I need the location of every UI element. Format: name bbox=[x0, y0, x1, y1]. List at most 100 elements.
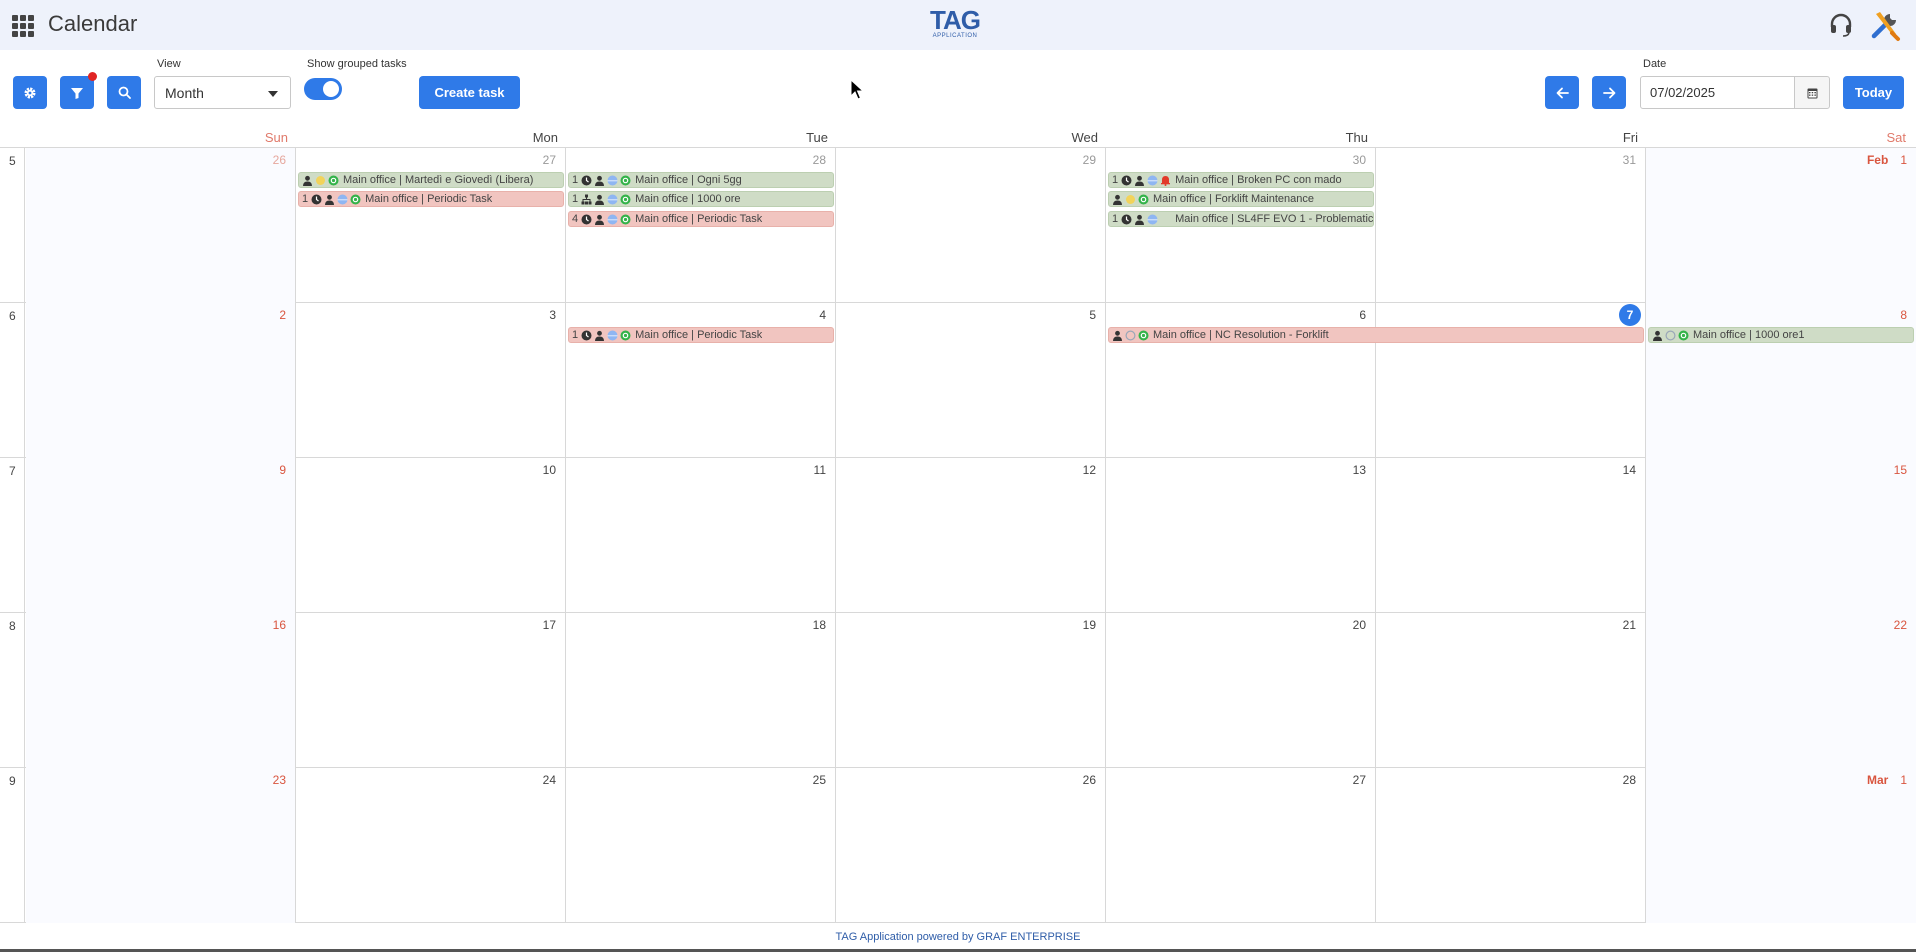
day-number[interactable]: 13 bbox=[1353, 463, 1366, 477]
day-cell[interactable]: 2 bbox=[26, 303, 296, 458]
day-cell[interactable]: 15 bbox=[1646, 458, 1916, 613]
day-number[interactable]: 28 bbox=[813, 153, 826, 167]
day-number[interactable]: 28 bbox=[1623, 773, 1636, 787]
search-button[interactable] bbox=[107, 76, 141, 109]
day-cell[interactable]: 19 bbox=[836, 613, 1106, 768]
day-cell[interactable]: 10 bbox=[296, 458, 566, 613]
weekday-sat: Sat bbox=[1886, 130, 1906, 145]
today-button[interactable]: Today bbox=[1843, 76, 1904, 109]
day-number[interactable]: 20 bbox=[1353, 618, 1366, 632]
day-number[interactable]: 31 bbox=[1623, 153, 1636, 167]
settings-button[interactable] bbox=[13, 76, 47, 109]
day-number[interactable]: 14 bbox=[1623, 463, 1636, 477]
day-number[interactable]: 19 bbox=[1083, 618, 1096, 632]
calendar-event[interactable]: Main office | Martedì e Giovedì (Libera) bbox=[298, 172, 564, 188]
day-cell[interactable]: 3 bbox=[296, 303, 566, 458]
month-grid: 5 26 27 28 29 30 31 Feb 1 Main office | Martedì e… bbox=[0, 147, 1916, 923]
day-cell[interactable]: 26 bbox=[836, 768, 1106, 923]
filter-button[interactable] bbox=[60, 72, 97, 109]
day-number[interactable]: 2 bbox=[279, 308, 286, 322]
day-number[interactable]: 5 bbox=[1089, 308, 1096, 322]
next-button[interactable] bbox=[1592, 76, 1626, 109]
day-cell[interactable]: 27 bbox=[1106, 768, 1376, 923]
day-number[interactable]: 16 bbox=[273, 618, 286, 632]
calendar-event[interactable]: 1 Main office | Periodic Task bbox=[298, 191, 564, 207]
day-cell[interactable]: 17 bbox=[296, 613, 566, 768]
day-number[interactable]: 10 bbox=[543, 463, 556, 477]
day-cell[interactable]: 22 bbox=[1646, 613, 1916, 768]
previous-button[interactable] bbox=[1545, 76, 1579, 109]
day-cell[interactable]: 21 bbox=[1376, 613, 1646, 768]
headset-icon[interactable] bbox=[1828, 12, 1854, 38]
day-cell[interactable]: 24 bbox=[296, 768, 566, 923]
day-number[interactable]: 15 bbox=[1894, 463, 1907, 477]
day-cell[interactable]: 20 bbox=[1106, 613, 1376, 768]
day-number-text: 25 bbox=[812, 773, 826, 787]
day-number[interactable]: Feb 1 bbox=[1867, 153, 1907, 167]
day-cell[interactable]: 12 bbox=[836, 458, 1106, 613]
day-number[interactable]: 30 bbox=[1353, 153, 1366, 167]
filter-icon bbox=[71, 87, 83, 99]
day-cell[interactable]: 18 bbox=[566, 613, 836, 768]
day-cell[interactable]: 31 bbox=[1376, 148, 1646, 303]
view-select[interactable]: Month bbox=[154, 76, 291, 109]
day-number[interactable]: 9 bbox=[279, 463, 286, 477]
day-number[interactable]: 25 bbox=[813, 773, 826, 787]
day-number[interactable]: 18 bbox=[813, 618, 826, 632]
day-number[interactable]: 24 bbox=[543, 773, 556, 787]
day-number[interactable]: 26 bbox=[273, 153, 286, 167]
day-number[interactable]: 27 bbox=[1353, 773, 1366, 787]
day-cell[interactable]: 11 bbox=[566, 458, 836, 613]
date-input[interactable]: 07/02/2025 bbox=[1640, 76, 1795, 109]
view-select-value: Month bbox=[165, 85, 204, 101]
day-number[interactable]: 22 bbox=[1894, 618, 1907, 632]
day-number-text: 23 bbox=[272, 773, 286, 787]
day-number[interactable]: 6 bbox=[1359, 308, 1366, 322]
day-cell[interactable]: Feb 1 bbox=[1646, 148, 1916, 303]
day-number[interactable]: 21 bbox=[1623, 618, 1636, 632]
day-number[interactable]: 17 bbox=[543, 618, 556, 632]
day-cell[interactable]: 16 bbox=[26, 613, 296, 768]
week-row: 6 2 3 4 5 6 7 8 1 Main office | Periodic Task Main… bbox=[0, 303, 1916, 458]
day-number[interactable]: 11 bbox=[814, 463, 826, 477]
day-cell[interactable]: 9 bbox=[26, 458, 296, 613]
day-number-text: 26 bbox=[1082, 773, 1096, 787]
day-cell[interactable]: 13 bbox=[1106, 458, 1376, 613]
calendar-event[interactable]: Main office | Forklift Maintenance bbox=[1108, 191, 1374, 207]
day-number[interactable]: Mar 1 bbox=[1867, 773, 1907, 787]
day-number-text: 5 bbox=[1089, 308, 1096, 322]
calendar-event[interactable]: Main office | NC Resolution - Forklift bbox=[1108, 327, 1644, 343]
day-number[interactable]: 3 bbox=[549, 308, 556, 322]
user-icon bbox=[594, 330, 605, 341]
day-number[interactable]: 4 bbox=[819, 308, 826, 322]
date-picker-button[interactable] bbox=[1794, 76, 1830, 109]
day-cell[interactable]: 26 bbox=[26, 148, 296, 303]
day-cell[interactable]: 29 bbox=[836, 148, 1106, 303]
day-number[interactable]: 12 bbox=[1083, 463, 1096, 477]
grouped-tasks-toggle[interactable] bbox=[304, 78, 342, 100]
calendar-event[interactable]: 1 Main office | 1000 ore bbox=[568, 191, 834, 207]
today-day-number[interactable]: 7 bbox=[1619, 304, 1641, 326]
day-number[interactable]: 23 bbox=[273, 773, 286, 787]
view-label: View bbox=[157, 58, 181, 70]
day-number[interactable]: 26 bbox=[1083, 773, 1096, 787]
calendar-event[interactable]: 4 Main office | Periodic Task bbox=[568, 211, 834, 227]
day-number[interactable]: 29 bbox=[1083, 153, 1096, 167]
calendar-event[interactable]: 1 Main office | Periodic Task bbox=[568, 327, 834, 343]
calendar-event[interactable]: 1 Main office | SL4FF EVO 1 - Problematic… bbox=[1108, 211, 1374, 227]
day-number-text: 30 bbox=[1352, 153, 1366, 167]
day-cell[interactable]: 5 bbox=[836, 303, 1106, 458]
day-number[interactable]: 27 bbox=[543, 153, 556, 167]
calendar-event[interactable]: Main office | 1000 ore1 bbox=[1648, 327, 1914, 343]
day-cell[interactable]: 14 bbox=[1376, 458, 1646, 613]
calendar-event[interactable]: 1 Main office | Broken PC con mado bbox=[1108, 172, 1374, 188]
day-number[interactable]: 8 bbox=[1900, 308, 1907, 322]
calendar-event[interactable]: 1 Main office | Ogni 5gg bbox=[568, 172, 834, 188]
tools-icon[interactable] bbox=[1868, 8, 1902, 42]
day-cell[interactable]: 28 bbox=[1376, 768, 1646, 923]
apps-grid-icon[interactable] bbox=[12, 15, 34, 37]
create-task-button[interactable]: Create task bbox=[419, 76, 520, 109]
day-cell[interactable]: 25 bbox=[566, 768, 836, 923]
day-cell[interactable]: 23 bbox=[26, 768, 296, 923]
day-cell[interactable]: Mar 1 bbox=[1646, 768, 1916, 923]
